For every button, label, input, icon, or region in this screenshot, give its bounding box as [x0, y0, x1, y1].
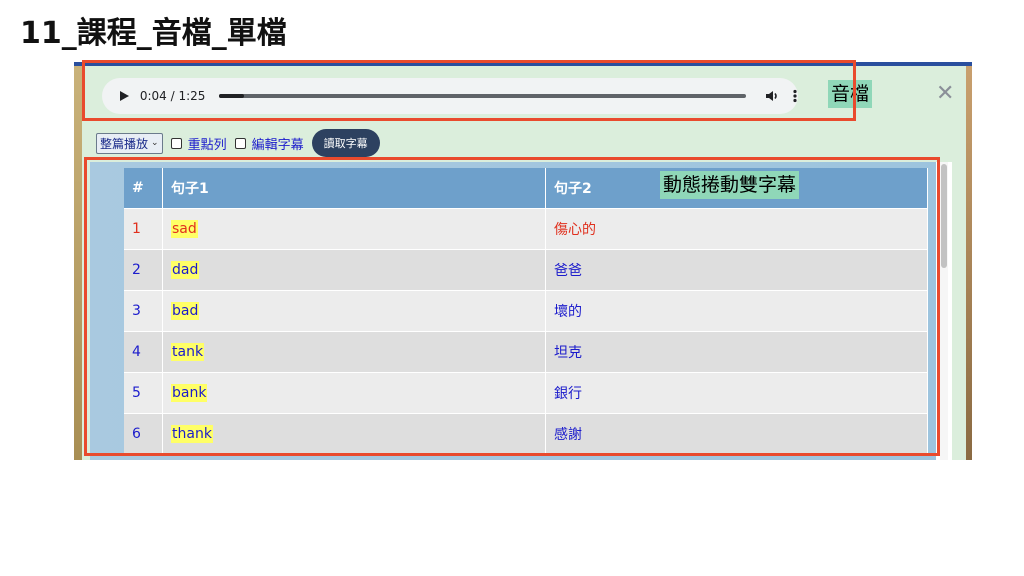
- sentence-2-cell: 坦克: [545, 331, 928, 373]
- slide-title: 11_課程_音檔_單檔: [20, 16, 287, 51]
- sentence-1-word[interactable]: sad: [171, 220, 198, 238]
- edit-subtitles-option[interactable]: 編輯字幕: [234, 134, 304, 153]
- key-rows-checkbox[interactable]: [170, 137, 182, 149]
- sentence-2-cell: 壞的: [545, 290, 928, 332]
- subtitle-dialog: 0:04 / 1:25 音檔 ✕ 整篇播放 ⌄ 重點列 編輯字幕 讀取字幕 # …: [82, 66, 966, 460]
- sentence-1-word[interactable]: bad: [171, 302, 200, 320]
- subtitle-table: # 句子1 句子2 1 sad 傷心的 2 dad 爸爸 3 bad 壞的 4 …: [124, 168, 928, 454]
- sentence-2-cell: 爸爸: [545, 249, 928, 291]
- sentence-1-word[interactable]: thank: [171, 425, 213, 443]
- sentence-1-cell: tank: [162, 331, 546, 373]
- edit-subtitles-label: 編輯字幕: [251, 137, 304, 153]
- chevron-down-icon: ⌄: [151, 138, 159, 148]
- audio-callout-label: 音檔: [828, 80, 873, 108]
- sentence-1-cell: bank: [162, 372, 546, 414]
- key-rows-option[interactable]: 重點列: [170, 134, 227, 153]
- sentence-1-cell: bad: [162, 290, 546, 332]
- edit-subtitles-checkbox[interactable]: [234, 137, 246, 149]
- header-number: #: [124, 168, 163, 209]
- play-mode-select[interactable]: 整篇播放 ⌄: [96, 132, 163, 154]
- sentence-1-word[interactable]: bank: [171, 384, 208, 402]
- read-subtitles-button[interactable]: 讀取字幕: [311, 129, 380, 157]
- background-right-edge: [966, 66, 972, 460]
- close-icon[interactable]: ✕: [936, 82, 954, 106]
- table-row[interactable]: 4 tank 坦克: [124, 331, 928, 373]
- volume-icon[interactable]: [764, 88, 780, 104]
- sentence-1-word[interactable]: dad: [171, 261, 200, 279]
- row-number: 6: [124, 413, 163, 454]
- sentence-1-cell: sad: [162, 208, 546, 250]
- table-row[interactable]: 6 thank 感謝: [124, 413, 928, 454]
- sentence-1-cell: dad: [162, 249, 546, 291]
- subtitle-table-panel: # 句子1 句子2 1 sad 傷心的 2 dad 爸爸 3 bad 壞的 4 …: [90, 162, 952, 460]
- table-row[interactable]: 2 dad 爸爸: [124, 249, 928, 291]
- row-number: 1: [124, 208, 163, 250]
- scrollbar-thumb[interactable]: [941, 164, 947, 268]
- screenshot-frame: 0:04 / 1:25 音檔 ✕ 整篇播放 ⌄ 重點列 編輯字幕 讀取字幕 # …: [74, 62, 972, 460]
- sentence-2-cell: 銀行: [545, 372, 928, 414]
- play-mode-value: 整篇播放: [100, 136, 149, 151]
- subtitle-toolbar: 整篇播放 ⌄ 重點列 編輯字幕 讀取字幕: [96, 128, 380, 158]
- audio-progress-fill: [219, 94, 245, 98]
- table-row[interactable]: 3 bad 壞的: [124, 290, 928, 332]
- key-rows-label: 重點列: [187, 137, 227, 153]
- background-left-edge: [74, 66, 82, 460]
- table-row[interactable]: 1 sad 傷心的: [124, 208, 928, 250]
- sentence-1-cell: thank: [162, 413, 546, 454]
- play-icon[interactable]: [120, 91, 130, 101]
- audio-progress-bar[interactable]: [219, 94, 747, 98]
- row-number: 4: [124, 331, 163, 373]
- row-number: 5: [124, 372, 163, 414]
- sentence-2-cell: 傷心的: [545, 208, 928, 250]
- subtitle-callout-label: 動態捲動雙字幕: [660, 171, 800, 199]
- audio-player[interactable]: 0:04 / 1:25: [102, 78, 798, 114]
- slide: 11_課程_音檔_單檔 0:04 / 1:25 音檔 ✕ 整篇播放 ⌄ 重點列 …: [0, 0, 1024, 576]
- table-header-row: # 句子1 句子2: [124, 168, 928, 209]
- more-options-icon[interactable]: [792, 88, 798, 104]
- row-number: 3: [124, 290, 163, 332]
- table-scrollbar[interactable]: [940, 162, 948, 460]
- header-sentence-1: 句子1: [162, 168, 546, 209]
- audio-time: 0:04 / 1:25: [139, 89, 206, 103]
- sentence-2-cell: 感謝: [545, 413, 928, 454]
- table-row[interactable]: 5 bank 銀行: [124, 372, 928, 414]
- sentence-1-word[interactable]: tank: [171, 343, 205, 361]
- row-number: 2: [124, 249, 163, 291]
